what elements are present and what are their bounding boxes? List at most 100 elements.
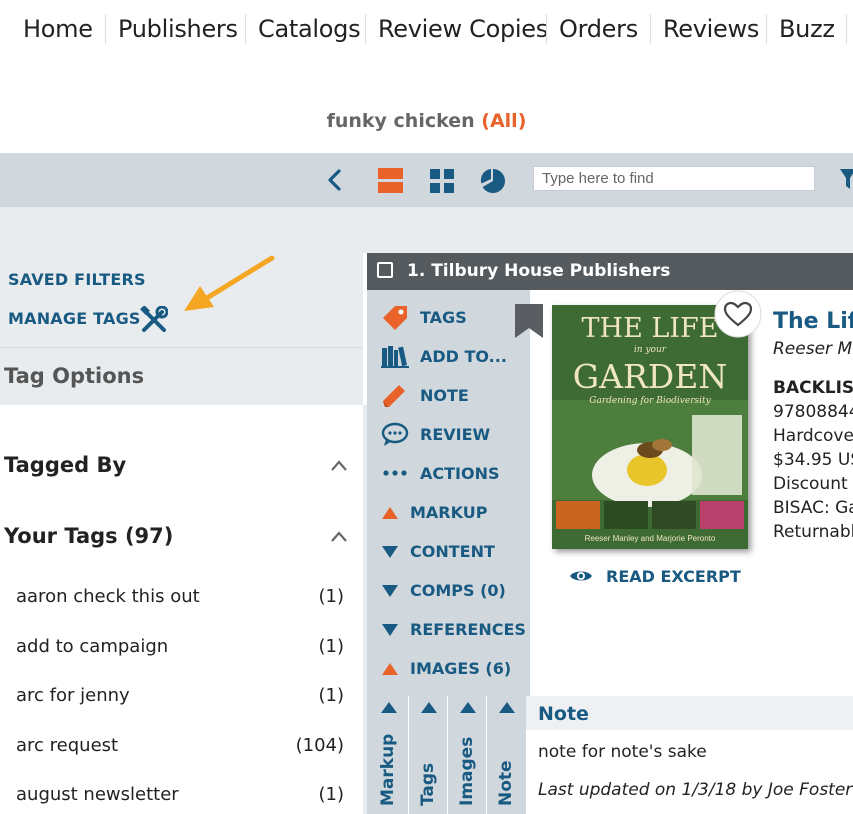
cover-title-small: in your [633,345,667,355]
tag-name: arc for jenny [16,685,130,706]
comps-toggle[interactable]: COMPS (0) [367,575,530,605]
markup-toggle-label: MARKUP [410,503,488,522]
tab-images[interactable]: Images [448,696,486,814]
tag-options-title: Tag Options [4,364,145,388]
tag-name: add to campaign [16,636,169,657]
cover-title-line2: GARDEN [572,357,728,396]
nav-buzz[interactable]: Buzz [779,14,835,44]
your-tags-heading[interactable]: Your Tags (97) [4,524,173,548]
tag-list-item[interactable]: arc request (104) [16,735,346,759]
tags-action-label: TAGS [420,308,467,327]
triangle-up-icon [382,663,398,675]
tools-icon[interactable] [140,306,168,334]
tab-tags[interactable]: Tags [409,696,447,814]
saved-filters-link[interactable]: SAVED FILTERS [8,270,146,289]
tag-name: august newsletter [16,784,179,805]
pie-chart-icon[interactable] [480,168,506,194]
vertical-tabs: Markup Tags Images Note [367,696,526,814]
nav-divider [105,14,106,44]
images-toggle-label: IMAGES (6) [410,659,512,678]
nav-home[interactable]: Home [23,14,93,44]
tags-action[interactable]: TAGS [367,302,530,332]
note-updated: Last updated on 1/3/18 by Joe Foster [538,780,853,800]
tagged-by-heading[interactable]: Tagged By [4,453,126,477]
tab-note[interactable]: Note [487,696,525,814]
book-cover-image[interactable]: THE LIFE in your GARDEN Gardening for Bi… [552,305,748,549]
publisher-title[interactable]: 1. Tilbury House Publishers [407,261,670,281]
tag-options-header: Tag Options [0,347,363,406]
note-text[interactable]: note for note's sake [538,742,707,762]
bookmark-icon[interactable] [515,304,543,338]
markup-toggle[interactable]: MARKUP [367,497,530,527]
returnable-value: Returnabl [773,522,853,542]
chevron-left-icon[interactable] [326,168,344,192]
tag-icon [383,306,407,330]
price-value: $34.95 US [773,450,853,470]
content-toggle[interactable]: CONTENT [367,536,530,566]
all-link[interactable]: (All) [481,110,526,132]
top-nav: Home Publishers Catalogs Review Copies O… [0,0,853,60]
result-card-header: 1. Tilbury House Publishers [367,253,853,290]
heart-icon[interactable] [714,290,762,338]
tag-list-item[interactable]: arc for jenny (1) [16,685,346,709]
chevron-up-icon[interactable] [330,459,348,473]
more-dots-icon [383,470,407,476]
tab-markup-label: Markup [378,733,398,806]
book-author[interactable]: Reeser M [773,339,852,359]
tag-options-panel: Tagged By Your Tags (97) aaron check thi… [0,405,363,814]
backlist-label: BACKLIST [773,378,853,398]
arrow-up-icon [460,702,476,713]
note-action-label: NOTE [420,386,469,405]
sidebar-links: SAVED FILTERS MANAGE TAGS [0,253,363,347]
nav-divider [546,14,547,44]
isbn-value: 97808844 [773,402,853,422]
add-to-action-label: ADD TO... [420,347,507,366]
chevron-up-icon[interactable] [330,530,348,544]
nav-catalogs[interactable]: Catalogs [258,14,361,44]
bisac-value: BISAC: Ga [773,498,853,518]
tab-tags-label: Tags [418,762,438,806]
search-input[interactable] [533,166,815,191]
actions-action[interactable]: ACTIONS [367,458,530,488]
grid-view-icon[interactable] [430,169,454,193]
select-checkbox[interactable] [377,262,393,278]
read-excerpt-link[interactable]: READ EXCERPT [606,567,741,586]
tag-name: arc request [16,735,119,756]
annotation-arrow-icon [184,255,275,311]
nav-publishers[interactable]: Publishers [118,14,238,44]
tag-name: aaron check this out [16,586,200,607]
tab-markup[interactable]: Markup [369,696,407,814]
triangle-down-icon [382,624,398,636]
tag-list-item[interactable]: add to campaign (1) [16,636,346,660]
images-toggle[interactable]: IMAGES (6) [367,653,530,683]
arrow-up-icon [381,702,397,713]
nav-reviews[interactable]: Reviews [663,14,759,44]
add-to-action[interactable]: ADD TO... [367,341,530,371]
triangle-down-icon [382,546,398,558]
references-toggle[interactable]: REFERENCES [367,614,530,644]
triangle-down-icon [382,585,398,597]
nav-orders[interactable]: Orders [559,14,638,44]
list-view-icon[interactable] [378,168,403,193]
filter-icon[interactable] [840,169,853,191]
nav-divider [245,14,246,44]
review-action[interactable]: REVIEW [367,419,530,449]
actions-action-label: ACTIONS [420,464,500,483]
manage-tags-link[interactable]: MANAGE TAGS [8,309,141,328]
nav-divider [766,14,767,44]
cover-subtitle: Gardening for Biodiversity [589,396,711,406]
tag-count: (104) [295,735,344,756]
book-title-link[interactable]: The Life [773,309,853,334]
search-breadcrumb: funky chicken (All) [0,110,853,132]
tag-list-item[interactable]: august newsletter (1) [16,784,346,808]
note-action[interactable]: NOTE [367,380,530,410]
search-query: funky chicken [326,110,475,132]
arrow-up-icon [421,702,437,713]
arrow-up-icon [499,702,515,713]
eye-icon[interactable] [569,568,593,584]
speech-bubble-icon [381,422,409,446]
tag-list-item[interactable]: aaron check this out (1) [16,586,346,610]
nav-divider [365,14,366,44]
nav-review-copies[interactable]: Review Copies [378,14,548,44]
books-icon [381,346,409,368]
